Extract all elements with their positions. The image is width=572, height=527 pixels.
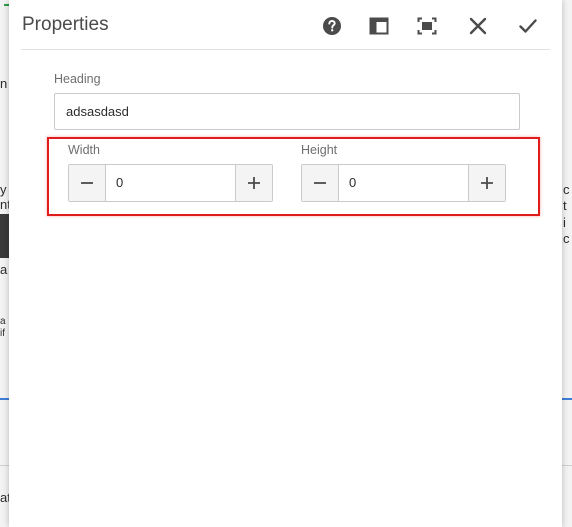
- close-button[interactable]: [462, 10, 494, 42]
- fullscreen-button[interactable]: [411, 10, 443, 42]
- minus-icon: [314, 182, 326, 184]
- background-fragment: a: [0, 316, 6, 327]
- background-divider: [562, 465, 572, 466]
- dialog-title: Properties: [22, 14, 109, 35]
- background-divider: [0, 398, 9, 400]
- confirm-button[interactable]: [512, 10, 544, 42]
- minus-icon: [81, 182, 93, 184]
- background-fragment: c: [563, 231, 570, 246]
- height-decrement-button[interactable]: [302, 165, 339, 201]
- background-fragment: i: [563, 215, 566, 230]
- width-stepper: 0: [68, 164, 273, 202]
- width-decrement-button[interactable]: [69, 165, 106, 201]
- background-fragment: c: [563, 182, 570, 197]
- background-fragment: n: [0, 76, 8, 91]
- width-increment-button[interactable]: [235, 165, 272, 201]
- help-circle-icon: [323, 17, 341, 35]
- heading-input[interactable]: adsasdasd: [54, 93, 520, 130]
- background-fragment: t: [563, 198, 567, 213]
- width-label: Width: [68, 143, 100, 157]
- background-divider: [562, 398, 572, 400]
- height-input[interactable]: 0: [339, 165, 468, 201]
- properties-dialog: Properties Heading adsasdasd Width 0 Hei…: [9, 0, 562, 527]
- background-divider: [0, 465, 9, 466]
- background-fragment: a: [0, 262, 8, 277]
- plus-icon: [481, 177, 493, 189]
- header-divider: [21, 49, 550, 50]
- height-increment-button[interactable]: [468, 165, 505, 201]
- background-fragment: if: [0, 328, 5, 339]
- height-label: Height: [301, 143, 338, 157]
- checkmark-icon: [519, 19, 537, 33]
- sidebar-panel-icon: [369, 17, 389, 35]
- fullscreen-icon: [417, 17, 437, 35]
- close-icon: [469, 17, 487, 35]
- plus-icon: [248, 177, 260, 189]
- width-input[interactable]: 0: [106, 165, 235, 201]
- heading-label: Heading: [54, 72, 101, 86]
- toggle-panel-button[interactable]: [363, 10, 395, 42]
- help-button[interactable]: [316, 10, 348, 42]
- background-fragment: y: [0, 182, 7, 197]
- dialog-header: Properties: [9, 0, 562, 50]
- height-stepper: 0: [301, 164, 506, 202]
- background-image: [0, 214, 9, 258]
